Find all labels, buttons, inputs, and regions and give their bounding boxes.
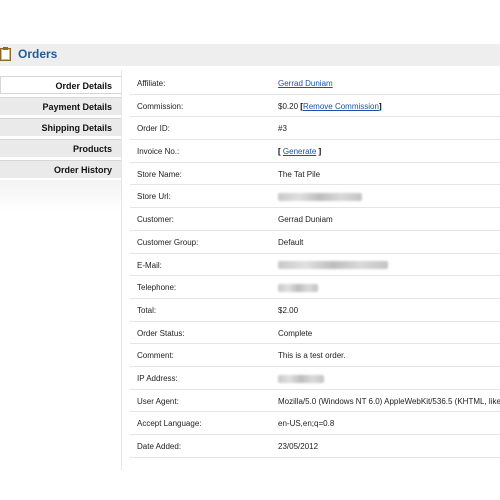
customer-group-value: Default — [278, 237, 304, 247]
order-status-value: Complete — [278, 328, 313, 338]
comment-label: Comment: — [137, 351, 174, 361]
page-header-bar — [0, 44, 500, 66]
store-url-redacted — [278, 193, 362, 202]
tab-shipping-details[interactable]: Shipping Details — [0, 118, 121, 136]
affiliate-label: Affiliate: — [137, 79, 166, 88]
tab-column-shade — [0, 180, 121, 212]
order-status-label: Order Status: — [137, 328, 185, 338]
customer-label: Customer: — [137, 215, 174, 225]
store-name-value: The Tat Pile — [278, 169, 321, 179]
invoice-bracket-close: ] — [318, 147, 322, 157]
store-name-label: Store Name: — [137, 169, 182, 179]
row-invoice: Invoice No.: [ Generate ] — [130, 140, 500, 163]
total-label: Total: — [137, 305, 157, 315]
orders-clipboard-icon — [0, 47, 11, 61]
tab-order-history[interactable]: Order History — [0, 160, 121, 178]
ip-address-redacted — [278, 374, 324, 383]
order-tabs: Order Details Payment Details Shipping D… — [0, 76, 121, 181]
row-accept-language: Accept Language: en-US,en;q=0.8 — [130, 412, 500, 435]
tab-column-divider — [121, 70, 122, 470]
invoice-label: Invoice No.: — [137, 147, 180, 157]
row-store-name: Store Name: The Tat Pile — [130, 163, 500, 186]
telephone-label: Telephone: — [137, 283, 177, 293]
invoice-value-group: [ Generate ] — [278, 147, 321, 156]
tab-payment-details[interactable]: Payment Details — [0, 97, 121, 115]
row-order-status: Order Status: Complete — [130, 322, 500, 345]
row-order-id: Order ID: #3 — [130, 117, 500, 141]
order-id-value: #3 — [278, 124, 287, 134]
user-agent-label: User Agent: — [137, 396, 179, 406]
email-label: E-Mail: — [137, 260, 162, 270]
invoice-bracket-open: [ — [278, 147, 281, 157]
accept-language-value: en-US,en;q=0.8 — [278, 419, 335, 429]
row-email: E-Mail: — [130, 254, 500, 277]
commission-value: $0.20 — [278, 101, 299, 111]
commission-value-group: $0.20 [Remove Commission] — [278, 102, 382, 111]
row-ip-address: IP Address: — [130, 367, 500, 390]
commission-bracket-close: ] — [378, 101, 382, 111]
tab-order-details[interactable]: Order Details — [0, 76, 121, 94]
user-agent-value: Mozilla/5.0 (Windows NT 6.0) AppleWebKit… — [278, 396, 500, 406]
row-customer-group: Customer Group: Default — [130, 231, 500, 254]
row-store-url: Store Url: — [130, 185, 500, 209]
customer-group-label: Customer Group: — [137, 237, 199, 247]
order-details-table: Affiliate: Gerrad Duniam Commission: $0.… — [130, 72, 500, 458]
total-value: $2.00 — [278, 305, 299, 315]
tab-products[interactable]: Products — [0, 139, 121, 157]
comment-value: This is a test order. — [278, 351, 346, 361]
customer-value: Gerrad Duniam — [278, 215, 333, 225]
row-user-agent: User Agent: Mozilla/5.0 (Windows NT 6.0)… — [130, 390, 500, 413]
row-telephone: Telephone: — [130, 276, 500, 299]
commission-label: Commission: — [137, 101, 184, 111]
date-added-value: 23/05/2012 — [278, 442, 319, 451]
row-commission: Commission: $0.20 [Remove Commission] — [130, 95, 500, 118]
affiliate-link[interactable]: Gerrad Duniam — [278, 79, 333, 88]
generate-invoice-link[interactable]: Generate — [283, 147, 316, 156]
row-comment: Comment: This is a test order. — [130, 344, 500, 367]
row-total: Total: $2.00 — [130, 299, 500, 322]
row-date-added: Date Added: 23/05/2012 — [130, 435, 500, 458]
telephone-redacted — [278, 284, 318, 293]
row-affiliate: Affiliate: Gerrad Duniam — [130, 72, 500, 95]
accept-language-label: Accept Language: — [137, 419, 202, 429]
email-redacted — [278, 261, 388, 270]
ip-address-label: IP Address: — [137, 373, 178, 383]
remove-commission-link[interactable]: Remove Commission — [303, 102, 379, 111]
date-added-label: Date Added: — [137, 442, 182, 451]
row-customer: Customer: Gerrad Duniam — [130, 208, 500, 231]
store-url-label: Store Url: — [137, 192, 171, 202]
page-title: Orders — [18, 47, 58, 61]
order-id-label: Order ID: — [137, 124, 170, 134]
